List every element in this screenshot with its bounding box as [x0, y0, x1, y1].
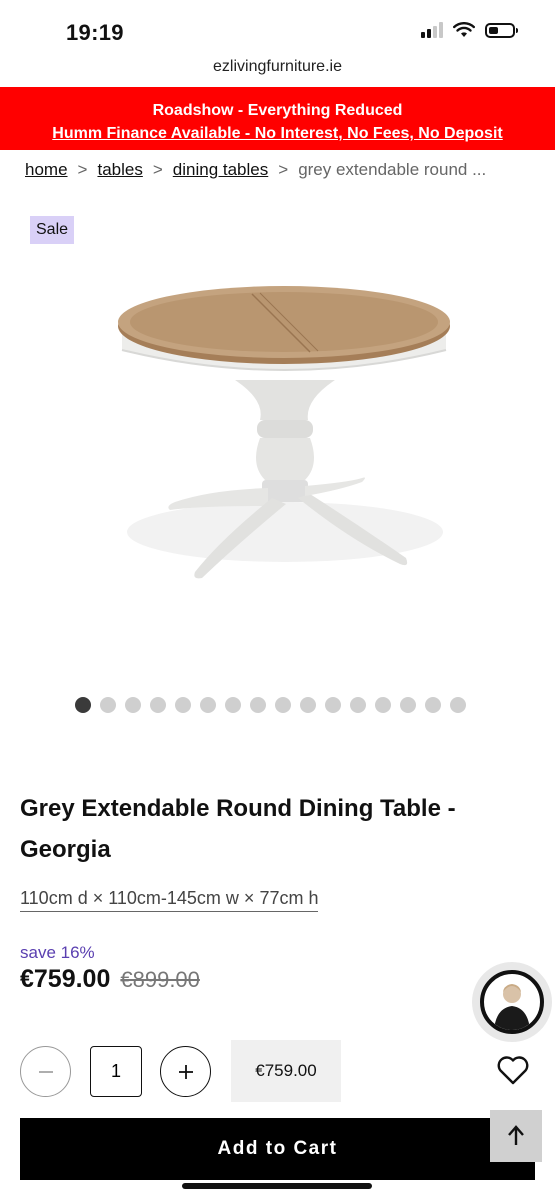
promo-banner: Roadshow - Everything Reduced Humm Finan…	[0, 87, 555, 150]
breadcrumb-tables[interactable]: tables	[97, 160, 142, 179]
save-percentage: save 16%	[20, 943, 95, 962]
carousel-dot[interactable]	[100, 697, 116, 713]
minus-icon	[38, 1070, 53, 1073]
home-indicator	[182, 1183, 372, 1189]
chat-assistant-button[interactable]	[472, 962, 552, 1042]
carousel-dot[interactable]	[150, 697, 166, 713]
arrow-up-icon	[508, 1125, 524, 1145]
avatar	[480, 970, 544, 1034]
image-carousel-dots	[75, 697, 466, 713]
promo-headline: Roadshow - Everything Reduced	[152, 102, 403, 119]
product-title: Grey Extendable Round Dining Table - Geo…	[20, 795, 456, 863]
carousel-dot[interactable]	[275, 697, 291, 713]
plus-icon	[178, 1064, 193, 1079]
carousel-dot[interactable]	[125, 697, 141, 713]
product-image[interactable]	[100, 280, 470, 610]
quantity-increase-button[interactable]	[160, 1046, 211, 1097]
sale-badge: Sale	[30, 216, 75, 244]
breadcrumb-separator: >	[278, 160, 289, 179]
browser-url[interactable]: ezlivingfurniture.ie	[0, 58, 555, 76]
heart-icon[interactable]	[496, 1054, 530, 1086]
promo-finance-link[interactable]: Humm Finance Available - No Interest, No…	[0, 125, 555, 143]
carousel-dot[interactable]	[450, 697, 466, 713]
back-to-top-button[interactable]	[490, 1110, 542, 1162]
carousel-dot[interactable]	[300, 697, 316, 713]
assistant-avatar-icon	[494, 984, 530, 1030]
line-total: €759.00	[231, 1040, 341, 1102]
add-to-cart-button[interactable]: Add to Cart	[20, 1118, 535, 1180]
carousel-dot[interactable]	[350, 697, 366, 713]
carousel-dot[interactable]	[400, 697, 416, 713]
battery-icon	[485, 22, 518, 38]
status-icons	[421, 22, 518, 38]
status-time: 19:19	[66, 20, 124, 45]
carousel-dot[interactable]	[75, 697, 91, 713]
product-dimensions[interactable]: 110cm d × 110cm-145cm w × 77cm h	[20, 888, 319, 912]
breadcrumb-dining-tables[interactable]: dining tables	[173, 160, 268, 179]
carousel-dot[interactable]	[325, 697, 341, 713]
carousel-dot[interactable]	[375, 697, 391, 713]
quantity-input[interactable]	[90, 1046, 142, 1097]
breadcrumb: home > tables > dining tables > grey extendabl…	[25, 160, 535, 180]
breadcrumb-home[interactable]: home	[25, 160, 68, 179]
carousel-dot[interactable]	[175, 697, 191, 713]
wifi-icon	[453, 22, 475, 37]
signal-icon	[421, 22, 443, 38]
carousel-dot[interactable]	[250, 697, 266, 713]
quantity-decrease-button[interactable]	[20, 1046, 71, 1097]
price-row: €759.00 €899.00	[20, 965, 200, 994]
was-price: €899.00	[120, 967, 200, 992]
carousel-dot[interactable]	[200, 697, 216, 713]
breadcrumb-separator: >	[77, 160, 88, 179]
breadcrumb-separator: >	[152, 160, 163, 179]
carousel-dot[interactable]	[225, 697, 241, 713]
current-price: €759.00	[20, 965, 111, 993]
breadcrumb-current: grey extendable round ...	[298, 160, 487, 179]
status-bar: 19:19	[0, 0, 555, 62]
carousel-dot[interactable]	[425, 697, 441, 713]
